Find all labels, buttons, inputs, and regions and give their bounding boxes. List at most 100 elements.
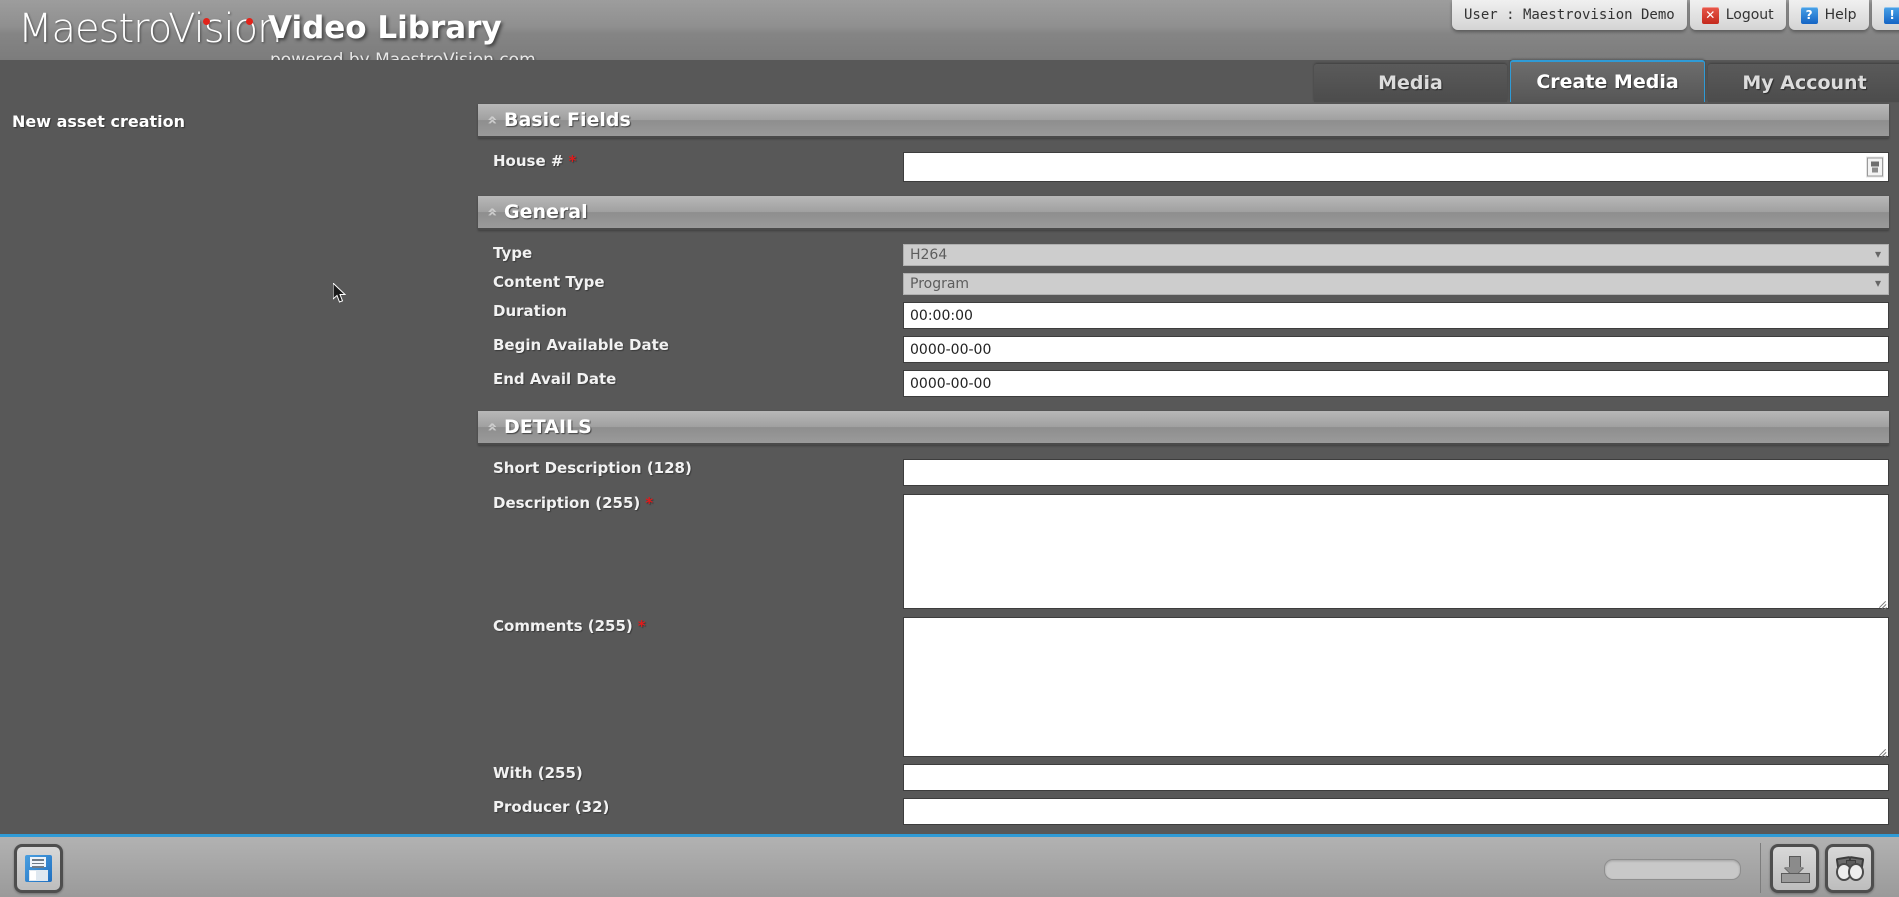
house-number-input[interactable] <box>903 152 1889 182</box>
field-control-begin-available-date <box>903 336 1899 363</box>
section-header-general[interactable]: «General <box>478 196 1889 230</box>
current-user-label: User : Maestrovision Demo <box>1452 0 1687 30</box>
section-title: DETAILS <box>504 416 592 438</box>
form-row-short-description: Short Description (128) <box>478 459 1899 486</box>
form-row-begin-available-date: Begin Available Date <box>478 336 1899 363</box>
progress-bar <box>1604 859 1741 880</box>
save-button[interactable] <box>14 844 63 893</box>
help-button-label: Help <box>1825 7 1857 23</box>
comments-textarea[interactable] <box>903 617 1889 757</box>
form-row-comments: Comments (255) * <box>478 617 1899 757</box>
download-import-icon <box>1781 855 1809 883</box>
question-mark-icon: ? <box>1801 7 1818 24</box>
field-label-text: With (255) <box>493 764 583 782</box>
select-wrapper-content-type: Program▾ <box>903 273 1889 295</box>
field-control-with <box>903 764 1899 791</box>
current-user-text: User : Maestrovision Demo <box>1464 7 1675 23</box>
field-control-content-type: Program▾ <box>903 273 1899 295</box>
form-row-content-type: Content Type Program▾ <box>478 273 1899 295</box>
begin-available-date-input[interactable] <box>903 336 1889 363</box>
field-label-text: Content Type <box>493 273 605 291</box>
id-card-icon[interactable] <box>1867 158 1883 177</box>
import-button[interactable] <box>1770 844 1819 893</box>
page-title: Video Library <box>268 10 502 46</box>
field-label-text: Duration <box>493 302 567 320</box>
tab-media[interactable]: Media <box>1314 64 1507 102</box>
field-label-text: Begin Available Date <box>493 336 669 354</box>
section-title: General <box>504 201 588 223</box>
field-label-text: Short Description (128) <box>493 459 692 477</box>
utility-bar: User : Maestrovision Demo ✕ Logout ? Hel… <box>1452 0 1899 30</box>
brand-logo-text: MaestroVision <box>18 6 281 52</box>
field-label-duration: Duration <box>478 302 903 320</box>
tab-create-media[interactable]: Create Media <box>1510 60 1705 102</box>
input-wrapper-end-avail-date <box>903 370 1889 397</box>
field-control-comments <box>903 617 1899 757</box>
field-control-end-avail-date <box>903 370 1899 397</box>
main-tab-bar: Media Create Media My Account <box>1314 58 1899 102</box>
field-label-text: Description (255) <box>493 494 640 512</box>
field-label-producer: Producer (32) <box>478 798 903 816</box>
logo-dot-icon <box>203 18 210 25</box>
textarea-wrapper-comments <box>903 617 1889 757</box>
required-asterisk-icon: * <box>638 617 646 635</box>
form-row-end-avail-date: End Avail Date <box>478 370 1899 397</box>
logo-dot-icon <box>246 18 253 25</box>
type-select[interactable]: H264 <box>903 244 1889 266</box>
duration-input[interactable] <box>903 302 1889 329</box>
input-wrapper-begin-available-date <box>903 336 1889 363</box>
about-button[interactable]: ! About <box>1872 0 1899 30</box>
chevron-up-icon[interactable]: « <box>485 416 501 438</box>
form-row-type: Type H264▾ <box>478 244 1899 266</box>
tab-label: My Account <box>1742 72 1866 94</box>
close-x-icon: ✕ <box>1702 7 1719 24</box>
field-label-type: Type <box>478 244 903 262</box>
with-input[interactable] <box>903 764 1889 791</box>
section-header-basic-fields[interactable]: «Basic Fields <box>478 104 1889 138</box>
help-button[interactable]: ? Help <box>1789 0 1869 30</box>
required-asterisk-icon: * <box>645 494 653 512</box>
field-control-type: H264▾ <box>903 244 1899 266</box>
input-wrapper-producer <box>903 798 1889 825</box>
chevron-up-icon[interactable]: « <box>485 109 501 131</box>
field-label-description: Description (255) * <box>478 494 903 512</box>
field-label-text: Type <box>493 244 532 262</box>
form-row-producer: Producer (32) <box>478 798 1899 825</box>
floppy-disk-save-icon <box>25 855 52 882</box>
logout-button[interactable]: ✕ Logout <box>1690 0 1786 30</box>
end-avail-date-input[interactable] <box>903 370 1889 397</box>
tab-my-account[interactable]: My Account <box>1708 64 1899 102</box>
exclamation-mark-icon: ! <box>1884 7 1899 24</box>
form-row-description: Description (255) * <box>478 494 1899 609</box>
textarea-wrapper-description <box>903 494 1889 609</box>
browse-button[interactable] <box>1825 844 1874 893</box>
field-control-description <box>903 494 1899 609</box>
short-description-input[interactable] <box>903 459 1889 486</box>
content-type-select[interactable]: Program <box>903 273 1889 295</box>
field-label-end-avail-date: End Avail Date <box>478 370 903 388</box>
toolbar-divider <box>1760 843 1761 893</box>
description-textarea[interactable] <box>903 494 1889 609</box>
section-header-details[interactable]: «DETAILS <box>478 411 1889 445</box>
tab-label: Media <box>1378 72 1443 94</box>
field-label-comments: Comments (255) * <box>478 617 903 635</box>
sidebar-heading: New asset creation <box>12 112 185 131</box>
logout-button-label: Logout <box>1726 7 1774 23</box>
field-label-short-description: Short Description (128) <box>478 459 903 477</box>
section-title: Basic Fields <box>504 109 631 131</box>
form-row-with: With (255) <box>478 764 1899 791</box>
field-control-duration <box>903 302 1899 329</box>
application-window: MaestroVision Video Library powered by M… <box>0 0 1899 897</box>
form-row-house-number: House #* <box>478 152 1899 182</box>
producer-input[interactable] <box>903 798 1889 825</box>
powered-by-prefix: powered by <box>270 50 375 60</box>
bottom-toolbar <box>0 834 1899 897</box>
field-label-begin-available-date: Begin Available Date <box>478 336 903 354</box>
input-wrapper-house-number <box>903 152 1889 182</box>
input-wrapper-duration <box>903 302 1889 329</box>
maestrovision-website-link[interactable]: MaestroVision.com <box>375 50 536 60</box>
field-label-house-number: House #* <box>478 152 903 170</box>
field-label-text: Producer (32) <box>493 798 609 816</box>
field-label-text: Comments (255) <box>493 617 633 635</box>
chevron-up-icon[interactable]: « <box>485 201 501 223</box>
